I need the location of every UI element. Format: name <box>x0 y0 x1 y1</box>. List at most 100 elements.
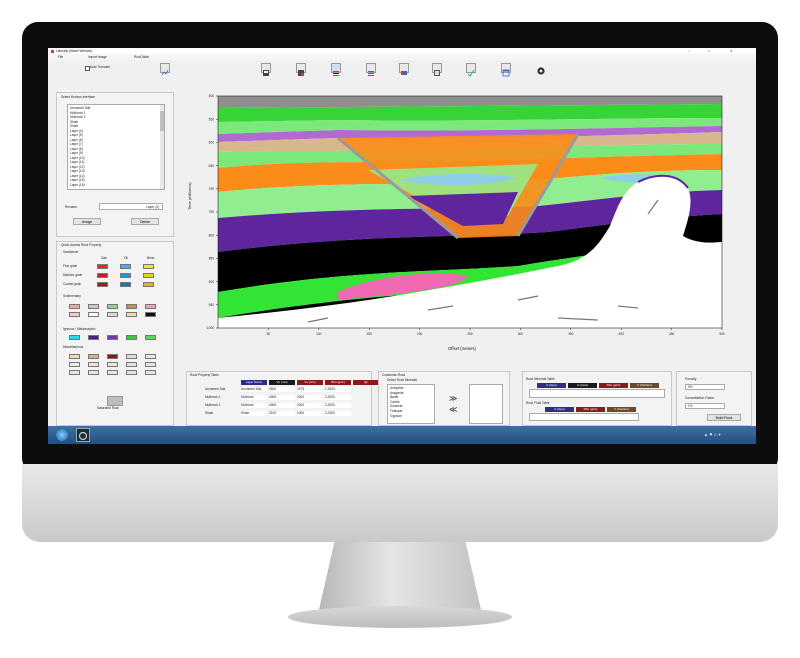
settings-gear-icon[interactable] <box>536 63 546 75</box>
selected-minerals-list[interactable] <box>469 384 503 424</box>
rock-swatch[interactable] <box>69 362 80 367</box>
consolidation-input[interactable]: 1% <box>685 403 725 409</box>
minerals-list[interactable]: Anhydrite Aragonite Barite Calcite Dolomite F… <box>387 384 435 424</box>
rock-table-cell[interactable]: Multirock <box>241 403 267 408</box>
rock-table-cell[interactable]: Multirock 1 <box>205 395 239 400</box>
empty-swatch[interactable] <box>107 362 118 367</box>
fluid-table-header[interactable]: V (fraction) <box>607 407 636 412</box>
empty-swatch[interactable] <box>69 370 80 375</box>
saturated-rock-swatch[interactable] <box>107 396 123 406</box>
rock-table-cell[interactable]: 2000 <box>297 395 323 400</box>
empty-swatch[interactable] <box>126 370 137 375</box>
rock-fluid-table[interactable] <box>529 413 639 421</box>
rock-swatch[interactable] <box>126 312 137 317</box>
rock-swatch[interactable] <box>107 335 118 340</box>
delete-button[interactable]: Delete <box>131 218 159 225</box>
list-icon[interactable] <box>366 63 376 76</box>
remove-mineral-button[interactable]: ≪ <box>449 405 457 414</box>
rock-swatch[interactable] <box>107 354 118 359</box>
grain-swatch[interactable] <box>143 282 154 287</box>
rock-table-cell[interactable]: 2.2000 <box>325 395 351 400</box>
grain-swatch[interactable] <box>120 273 131 278</box>
rock-table-cell[interactable]: Shale <box>241 411 267 416</box>
geologic-section-chart[interactable]: 500 550 600 650 700 750 800 850 900 950 1000 50 100… <box>186 92 754 362</box>
import-section-icon[interactable] <box>261 63 271 76</box>
menu-file[interactable]: File <box>58 55 63 59</box>
rock-swatch[interactable] <box>69 335 80 340</box>
grid-color-icon[interactable] <box>399 63 409 75</box>
empty-swatch[interactable] <box>126 362 137 367</box>
rock-swatch[interactable] <box>88 304 99 309</box>
chart-refresh-icon[interactable] <box>160 63 170 76</box>
grain-swatch[interactable] <box>97 264 108 269</box>
rock-swatch[interactable] <box>88 312 99 317</box>
rock-table-cell[interactable]: Multirock <box>241 395 267 400</box>
horizon-list[interactable]: Unnamed Salt Multirock 1 Multirock 2 Shale S… <box>67 104 165 190</box>
grain-swatch[interactable] <box>143 273 154 278</box>
rock-swatch[interactable] <box>145 312 156 317</box>
rock-swatch[interactable] <box>69 304 80 309</box>
empty-swatch[interactable] <box>107 370 118 375</box>
mineral-list-item[interactable]: Gypsum <box>390 414 432 419</box>
mineral-table-header[interactable]: K (Gpa) <box>537 383 566 388</box>
horizon-list-scrollbar[interactable] <box>160 105 164 189</box>
rock-table-cell[interactable]: 4000 <box>269 403 295 408</box>
porosity-input[interactable]: 0% <box>685 384 725 390</box>
rock-swatch[interactable] <box>107 312 118 317</box>
rock-table-cell[interactable]: 2.2300 <box>325 411 351 416</box>
mineral-table-header[interactable]: Rho (g/cc) <box>599 383 628 388</box>
empty-swatch[interactable] <box>145 362 156 367</box>
rock-table-header[interactable]: Rho (g/cc) <box>325 380 351 385</box>
minimize-button[interactable]: – <box>688 49 690 53</box>
rock-table-cell[interactable]: 1000 <box>297 411 323 416</box>
rock-swatch[interactable] <box>107 304 118 309</box>
rock-table-cell[interactable]: 2.2000 <box>325 403 351 408</box>
rock-swatch[interactable] <box>88 335 99 340</box>
maximize-button[interactable]: □ <box>708 49 710 53</box>
export-section-icon[interactable] <box>296 63 306 76</box>
rock-swatch[interactable] <box>69 312 80 317</box>
assign-button[interactable]: Assign <box>73 218 101 225</box>
rock-swatch[interactable] <box>145 354 156 359</box>
grain-swatch[interactable] <box>97 273 108 278</box>
rock-swatch[interactable] <box>145 335 156 340</box>
rock-table-cell[interactable]: 2000 <box>297 403 323 408</box>
rock-swatch[interactable] <box>88 354 99 359</box>
fluid-table-header[interactable]: K (Gpa) <box>545 407 574 412</box>
grain-swatch[interactable] <box>143 264 154 269</box>
rock-swatch[interactable] <box>69 354 80 359</box>
check-chart-icon[interactable] <box>466 63 476 77</box>
rock-minerals-table[interactable] <box>529 389 665 398</box>
menu-import-image[interactable]: Import Image <box>88 55 107 59</box>
rock-table-cell[interactable]: Shale <box>205 411 239 416</box>
build-rock-button[interactable]: Build Rock <box>707 414 741 421</box>
grain-swatch[interactable] <box>97 282 108 287</box>
menu-rocktable[interactable]: RockTable <box>134 55 149 59</box>
empty-swatch[interactable] <box>145 370 156 375</box>
app-taskbar-icon[interactable] <box>76 428 90 442</box>
rock-table-header[interactable]: Vp (m/s) <box>269 380 295 385</box>
empty-swatch[interactable] <box>88 362 99 367</box>
rock-table-cell[interactable]: Unnamed Salt <box>241 387 267 392</box>
rock-table-cell[interactable]: 4000 <box>269 395 295 400</box>
rename-input[interactable]: Layer (3) <box>99 203 163 210</box>
fluid-table-header[interactable]: Rho (g/cc) <box>576 407 605 412</box>
rock-table-cell[interactable]: 4500 <box>269 387 295 392</box>
rock-table-header[interactable]: Vs (m/s) <box>297 380 323 385</box>
rock-table-cell[interactable]: 2475 <box>297 387 323 392</box>
grain-swatch[interactable] <box>120 282 131 287</box>
close-button[interactable]: ✕ <box>730 49 733 53</box>
rock-swatch[interactable] <box>126 335 137 340</box>
add-mineral-button[interactable]: ≫ <box>449 394 457 403</box>
window-icon[interactable] <box>501 63 511 77</box>
rock-table-cell[interactable]: Multirock 2 <box>205 403 239 408</box>
rock-swatch[interactable] <box>145 304 156 309</box>
rock-table-cell[interactable]: 2.1500 <box>325 387 351 392</box>
grain-swatch[interactable] <box>120 264 131 269</box>
rock-swatch[interactable] <box>126 354 137 359</box>
mineral-table-header[interactable]: G (Gpa) <box>568 383 597 388</box>
rock-table-cell[interactable]: 2100 <box>269 411 295 416</box>
rock-swatch[interactable] <box>126 304 137 309</box>
horizon-list-item[interactable]: Layer (16) <box>70 183 162 188</box>
rock-table-cell[interactable]: Unnamed Salt <box>205 387 239 392</box>
